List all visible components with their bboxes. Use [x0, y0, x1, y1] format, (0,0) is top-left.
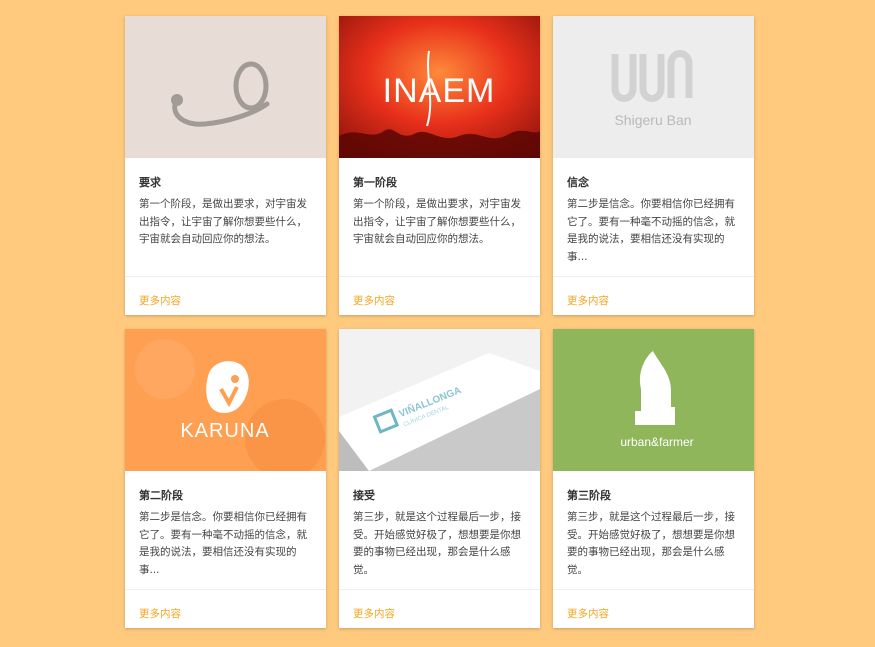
card-footer: 更多内容: [553, 276, 754, 315]
more-link[interactable]: 更多内容: [567, 608, 609, 620]
more-link[interactable]: 更多内容: [139, 608, 181, 620]
card-image[interactable]: urban&farmer: [553, 329, 754, 471]
card-footer: 更多内容: [339, 589, 540, 628]
card-image[interactable]: KARUNA: [125, 329, 326, 471]
card-footer: 更多内容: [125, 276, 326, 315]
karuna-logo-text: KARUNA: [180, 420, 269, 442]
card-image[interactable]: INAEM: [339, 16, 540, 158]
card-title: 信念: [567, 176, 589, 189]
card: KARUNA 第二阶段 第二步是信念。你要相信你已经拥有它了。要有一种毫不动摇的…: [125, 329, 326, 628]
card-description: 第三步，就是这个过程最后一步，接受。开始感觉好极了，想想要是你想要的事物已经出现…: [567, 511, 735, 576]
card-title: 第一阶段: [353, 176, 397, 189]
card: urban&farmer 第三阶段 第三步，就是这个过程最后一步，接受。开始感觉…: [553, 329, 754, 628]
more-link[interactable]: 更多内容: [139, 295, 181, 307]
card-description: 第三步，就是这个过程最后一步，接受。开始感觉好极了，想想要是你想要的事物已经出现…: [353, 511, 521, 576]
card-description: 第一个阶段，是做出要求，对宇宙发出指令，让宇宙了解你想要些什么，宇宙就会自动回应…: [353, 198, 521, 245]
urban-farmer-logo-text: urban&farmer: [620, 435, 693, 449]
card-title: 要求: [139, 176, 161, 189]
card-title: 接受: [353, 489, 375, 502]
card: INAEM 第一阶段 第一个阶段，是做出要求，对宇宙发出指令，让宇宙了解你想要些…: [339, 16, 540, 315]
card: Shigeru Ban 信念 第二步是信念。你要相信你已经拥有它了。要有一种毫不…: [553, 16, 754, 315]
card-grid: 要求 第一个阶段，是做出要求，对宇宙发出指令，让宇宙了解你想要些什么，宇宙就会自…: [0, 0, 875, 647]
more-link[interactable]: 更多内容: [567, 295, 609, 307]
card-description: 第一个阶段，是做出要求，对宇宙发出指令，让宇宙了解你想要些什么，宇宙就会自动回应…: [139, 198, 307, 245]
card-image[interactable]: VIÑALLONGA CLÍNICA DENTAL: [339, 329, 540, 471]
card-description: 第二步是信念。你要相信你已经拥有它了。要有一种毫不动摇的信念，就是我的说法，要相…: [567, 198, 735, 263]
vinallonga-logo-image: VIÑALLONGA CLÍNICA DENTAL: [339, 329, 540, 471]
card: VIÑALLONGA CLÍNICA DENTAL 接受 第三步，就是这个过程最…: [339, 329, 540, 628]
card-image[interactable]: [125, 16, 326, 158]
card: 要求 第一个阶段，是做出要求，对宇宙发出指令，让宇宙了解你想要些什么，宇宙就会自…: [125, 16, 326, 315]
card-title: 第三阶段: [567, 489, 611, 502]
shigeru-ban-logo-text: Shigeru Ban: [614, 112, 691, 128]
ring-swirl-logo-image: [125, 16, 326, 158]
card-description: 第二步是信念。你要相信你已经拥有它了。要有一种毫不动摇的信念，就是我的说法，要相…: [139, 511, 307, 576]
shigeru-ban-logo-image: Shigeru Ban: [553, 16, 754, 158]
urban-farmer-logo-image: urban&farmer: [553, 329, 754, 471]
more-link[interactable]: 更多内容: [353, 295, 395, 307]
inaem-logo-text: INAEM: [383, 72, 496, 110]
inaem-logo-image: INAEM: [339, 16, 540, 158]
card-image[interactable]: Shigeru Ban: [553, 16, 754, 158]
karuna-logo-image: KARUNA: [125, 329, 326, 471]
card-footer: 更多内容: [125, 589, 326, 628]
more-link[interactable]: 更多内容: [353, 608, 395, 620]
card-title: 第二阶段: [139, 489, 183, 502]
card-footer: 更多内容: [553, 589, 754, 628]
card-footer: 更多内容: [339, 276, 540, 315]
